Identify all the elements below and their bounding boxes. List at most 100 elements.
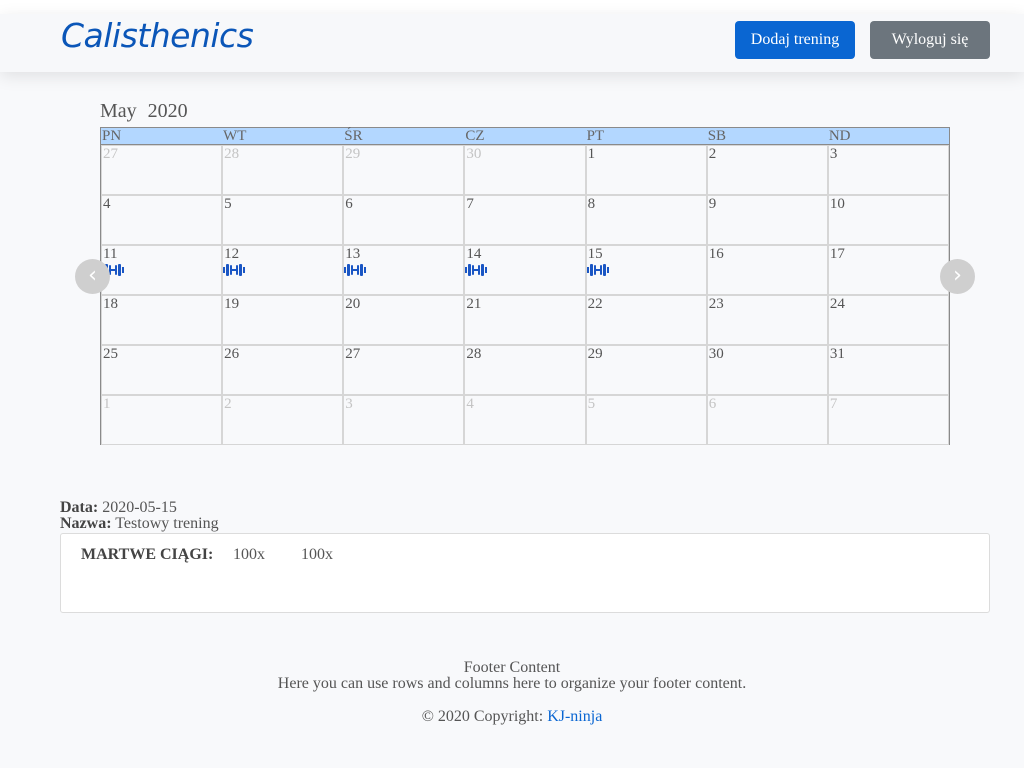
day-number: 5 bbox=[224, 196, 232, 212]
brand-logo[interactable]: Calisthenics bbox=[61, 16, 254, 55]
day-number: 21 bbox=[466, 296, 482, 312]
calendar: PN WT ŚR CZ PT SB ND 27 28 29 30 1 2 3 4 5 6 7 8 9 10 11 12 13… bbox=[100, 127, 950, 445]
day-number: 17 bbox=[829, 246, 845, 262]
calendar-day-cell[interactable]: 7 bbox=[827, 395, 949, 445]
calendar-day-cell[interactable]: 5 bbox=[222, 195, 344, 245]
year: 2020 bbox=[147, 100, 188, 122]
dumbbell-icon[interactable] bbox=[223, 263, 246, 281]
calendar-day-cell[interactable]: 2 bbox=[222, 395, 344, 445]
calendar-day-cell[interactable]: 16 bbox=[706, 245, 828, 295]
calendar-day-cell[interactable]: 8 bbox=[585, 195, 707, 245]
calendar-day-cell[interactable]: 3 bbox=[343, 395, 465, 445]
calendar-day-cell[interactable]: 4 bbox=[101, 195, 223, 245]
weekday-label: ŚR bbox=[344, 128, 363, 144]
calendar-day-cell[interactable]: 25 bbox=[101, 345, 223, 395]
day-number: 30 bbox=[466, 146, 482, 162]
calendar-day-cell[interactable]: 5 bbox=[585, 395, 707, 445]
calendar-day-cell[interactable]: 1 bbox=[101, 395, 223, 445]
day-number: 6 bbox=[708, 396, 717, 412]
training-details: Data: 2020-05-15 Nazwa: Testowy trening bbox=[60, 500, 219, 532]
calendar-day-cell[interactable]: 4 bbox=[464, 395, 586, 445]
calendar-day-cell[interactable]: 6 bbox=[343, 195, 465, 245]
calendar-day-cell[interactable]: 1 bbox=[585, 145, 707, 195]
name-value: Testowy trening bbox=[115, 515, 219, 532]
calendar-day-cell[interactable]: 18 bbox=[101, 295, 223, 345]
day-number: 4 bbox=[103, 196, 111, 212]
calendar-day-cell[interactable]: 30 bbox=[464, 145, 586, 195]
weekday-label: WT bbox=[223, 128, 247, 144]
footer-text: Here you can use rows and columns here t… bbox=[277, 675, 747, 692]
calendar-day-cell[interactable]: 2 bbox=[706, 145, 828, 195]
day-number: 10 bbox=[829, 196, 845, 212]
day-number: 6 bbox=[345, 196, 353, 212]
dumbbell-icon[interactable] bbox=[586, 263, 609, 281]
weekday-label: PT bbox=[586, 128, 605, 144]
day-number: 3 bbox=[829, 146, 838, 162]
calendar-day-cell[interactable]: 21 bbox=[464, 295, 586, 345]
calendar-day-cell[interactable]: 31 bbox=[827, 345, 949, 395]
calendar-day-cell[interactable]: 3 bbox=[827, 145, 949, 195]
calendar-day-cell[interactable]: 27 bbox=[343, 345, 465, 395]
next-month-button[interactable]: › bbox=[940, 259, 975, 294]
day-number: 22 bbox=[587, 296, 603, 312]
calendar-day-cell[interactable]: 11 bbox=[101, 245, 223, 295]
day-number: 1 bbox=[103, 396, 111, 412]
day-number: 23 bbox=[708, 296, 724, 312]
day-number: 31 bbox=[829, 346, 845, 362]
day-number: 28 bbox=[224, 146, 240, 162]
logout-button[interactable]: Wyloguj się bbox=[870, 21, 990, 59]
day-number: 12 bbox=[224, 246, 240, 262]
calendar-day-cell[interactable]: 7 bbox=[464, 195, 586, 245]
day-number: 4 bbox=[466, 396, 474, 412]
calendar-day-cell[interactable]: 17 bbox=[827, 245, 949, 295]
calendar-day-cell[interactable]: 22 bbox=[585, 295, 707, 345]
calendar-day-cell[interactable]: 28 bbox=[464, 345, 586, 395]
calendar-day-cell[interactable]: 15 bbox=[585, 245, 707, 295]
calendar-day-cell[interactable]: 13 bbox=[343, 245, 465, 295]
day-number: 19 bbox=[224, 296, 240, 312]
calendar-day-cell[interactable]: 9 bbox=[706, 195, 828, 245]
calendar-day-cell[interactable]: 20 bbox=[343, 295, 465, 345]
day-number: 30 bbox=[708, 346, 724, 362]
chevron-left-icon: ‹ bbox=[88, 263, 97, 288]
calendar-day-cell[interactable]: 27 bbox=[101, 145, 223, 195]
calendar-day-cell[interactable]: 14 bbox=[464, 245, 586, 295]
add-training-button[interactable]: Dodaj trening bbox=[735, 21, 855, 59]
calendar-day-cell[interactable]: 12 bbox=[222, 245, 344, 295]
day-number: 3 bbox=[345, 396, 353, 412]
day-number: 16 bbox=[708, 246, 724, 262]
name-label: Nazwa: bbox=[60, 515, 112, 532]
calendar-day-cell[interactable]: 26 bbox=[222, 345, 344, 395]
calendar-day-cell[interactable]: 23 bbox=[706, 295, 828, 345]
day-number: 27 bbox=[345, 346, 361, 362]
calendar-day-cell[interactable]: 28 bbox=[222, 145, 344, 195]
weekday-label: ND bbox=[828, 128, 851, 144]
calendar-grid: 27 28 29 30 1 2 3 4 5 6 7 8 9 10 11 12 13 14 15 16 17 18 19 20 2… bbox=[101, 145, 949, 445]
calendar-day-cell[interactable]: 29 bbox=[343, 145, 465, 195]
day-number: 20 bbox=[345, 296, 361, 312]
weekday-header: PN WT ŚR CZ PT SB ND bbox=[101, 128, 949, 145]
month-name: May bbox=[100, 100, 137, 122]
calendar-day-cell[interactable]: 6 bbox=[706, 395, 828, 445]
calendar-day-cell[interactable]: 10 bbox=[827, 195, 949, 245]
day-number: 26 bbox=[224, 346, 240, 362]
footer: Footer Content Here you can use rows and… bbox=[0, 660, 1024, 726]
prev-month-button[interactable]: ‹ bbox=[75, 259, 110, 294]
exercise-rep: 100x bbox=[301, 546, 333, 563]
date-row: Data: 2020-05-15 bbox=[60, 500, 219, 516]
calendar-day-cell[interactable]: 19 bbox=[222, 295, 344, 345]
footer-title: Footer Content bbox=[463, 659, 561, 676]
weekday-label: PN bbox=[102, 128, 122, 144]
dumbbell-icon[interactable] bbox=[344, 263, 367, 281]
day-number: 27 bbox=[103, 146, 118, 162]
weekday-label: CZ bbox=[465, 128, 485, 144]
day-number: 29 bbox=[587, 346, 603, 362]
calendar-day-cell[interactable]: 30 bbox=[706, 345, 828, 395]
dumbbell-icon[interactable] bbox=[465, 263, 488, 281]
calendar-day-cell[interactable]: 24 bbox=[827, 295, 949, 345]
date-value: 2020-05-15 bbox=[102, 499, 177, 516]
calendar-day-cell[interactable]: 29 bbox=[585, 345, 707, 395]
exercise-name: MARTWE CIĄGI: bbox=[81, 546, 214, 563]
copyright-link[interactable]: KJ-ninja bbox=[547, 708, 602, 725]
day-number: 2 bbox=[708, 146, 717, 162]
